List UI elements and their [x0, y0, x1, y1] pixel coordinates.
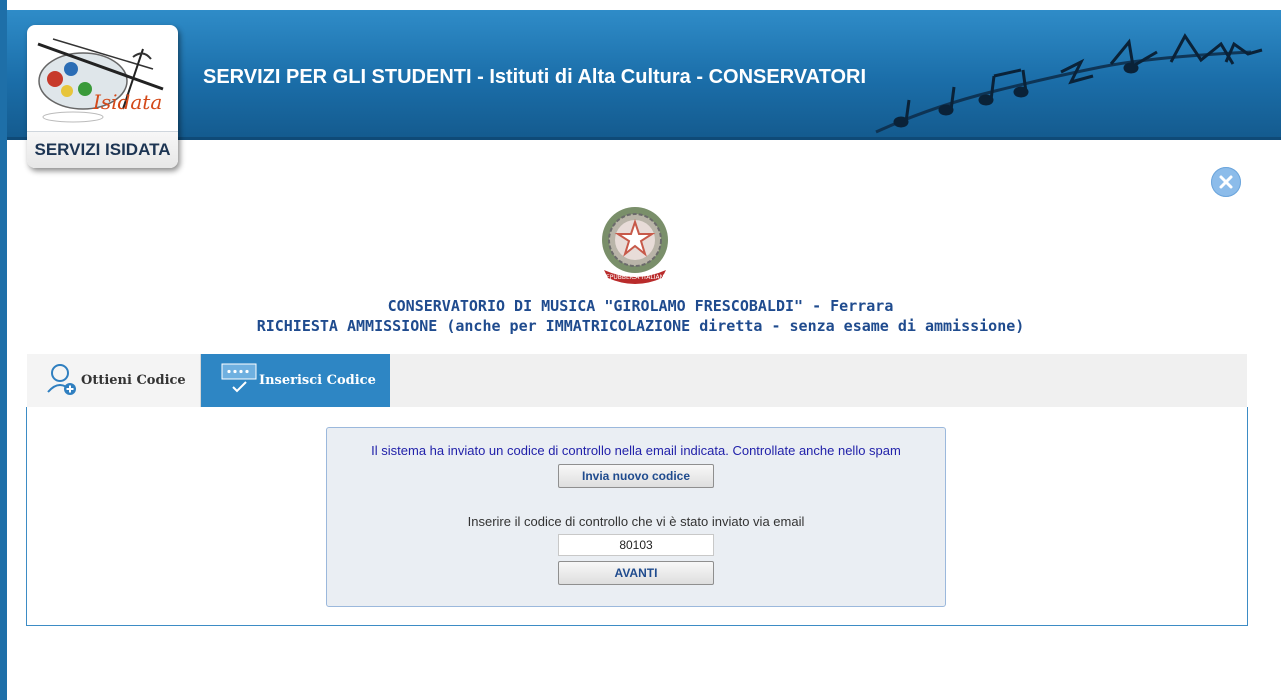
code-check-icon — [221, 362, 257, 400]
logo-label: SERVIZI ISIDATA — [27, 131, 178, 168]
institution-name: CONSERVATORIO DI MUSICA "GIROLAMO FRESCO… — [387, 297, 894, 315]
user-add-icon — [45, 362, 79, 400]
code-verification-panel: Il sistema ha inviato un codice di contr… — [326, 427, 946, 607]
request-title: RICHIESTA AMMISSIONE (anche per IMMATRIC… — [256, 317, 1025, 335]
header-title: SERVIZI PER GLI STUDENTI - Istituti di A… — [203, 66, 867, 88]
isidata-logo-art: Isidata — [37, 38, 164, 123]
isidata-logo[interactable]: Isidata SERVIZI ISIDATA — [27, 25, 178, 168]
tab-inserisci-codice[interactable]: Inserisci Codice — [201, 354, 390, 407]
verification-code-input[interactable] — [558, 534, 714, 556]
institution-heading: CONSERVATORIO DI MUSICA "GIROLAMO FRESCO… — [0, 296, 1281, 336]
republic-emblem: REPUBBLICA ITALIANA — [602, 207, 669, 284]
tab-ottieni-codice-label: Ottieni Codice — [81, 373, 186, 388]
left-accent-strip — [0, 0, 7, 700]
site-header: SERVIZI PER GLI STUDENTI - Istituti di A… — [7, 10, 1281, 140]
resend-code-button[interactable]: Invia nuovo codice — [558, 464, 714, 488]
tab-ottieni-codice[interactable]: Ottieni Codice — [27, 354, 201, 407]
tab-bar: Ottieni Codice Inserisci Codice — [27, 354, 1247, 408]
avanti-button[interactable]: AVANTI — [558, 561, 714, 585]
emblem-text: REPUBBLICA ITALIANA — [602, 274, 669, 281]
close-icon — [1219, 175, 1233, 189]
close-button[interactable] — [1211, 167, 1241, 197]
logo-brand-text: Isidata — [92, 90, 162, 114]
code-prompt-label: Inserire il codice di controllo che vi è… — [467, 514, 805, 529]
tab-inserisci-codice-label: Inserisci Codice — [259, 373, 376, 388]
music-notes-decoration — [875, 33, 1263, 134]
email-sent-message: Il sistema ha inviato un codice di contr… — [371, 443, 901, 458]
